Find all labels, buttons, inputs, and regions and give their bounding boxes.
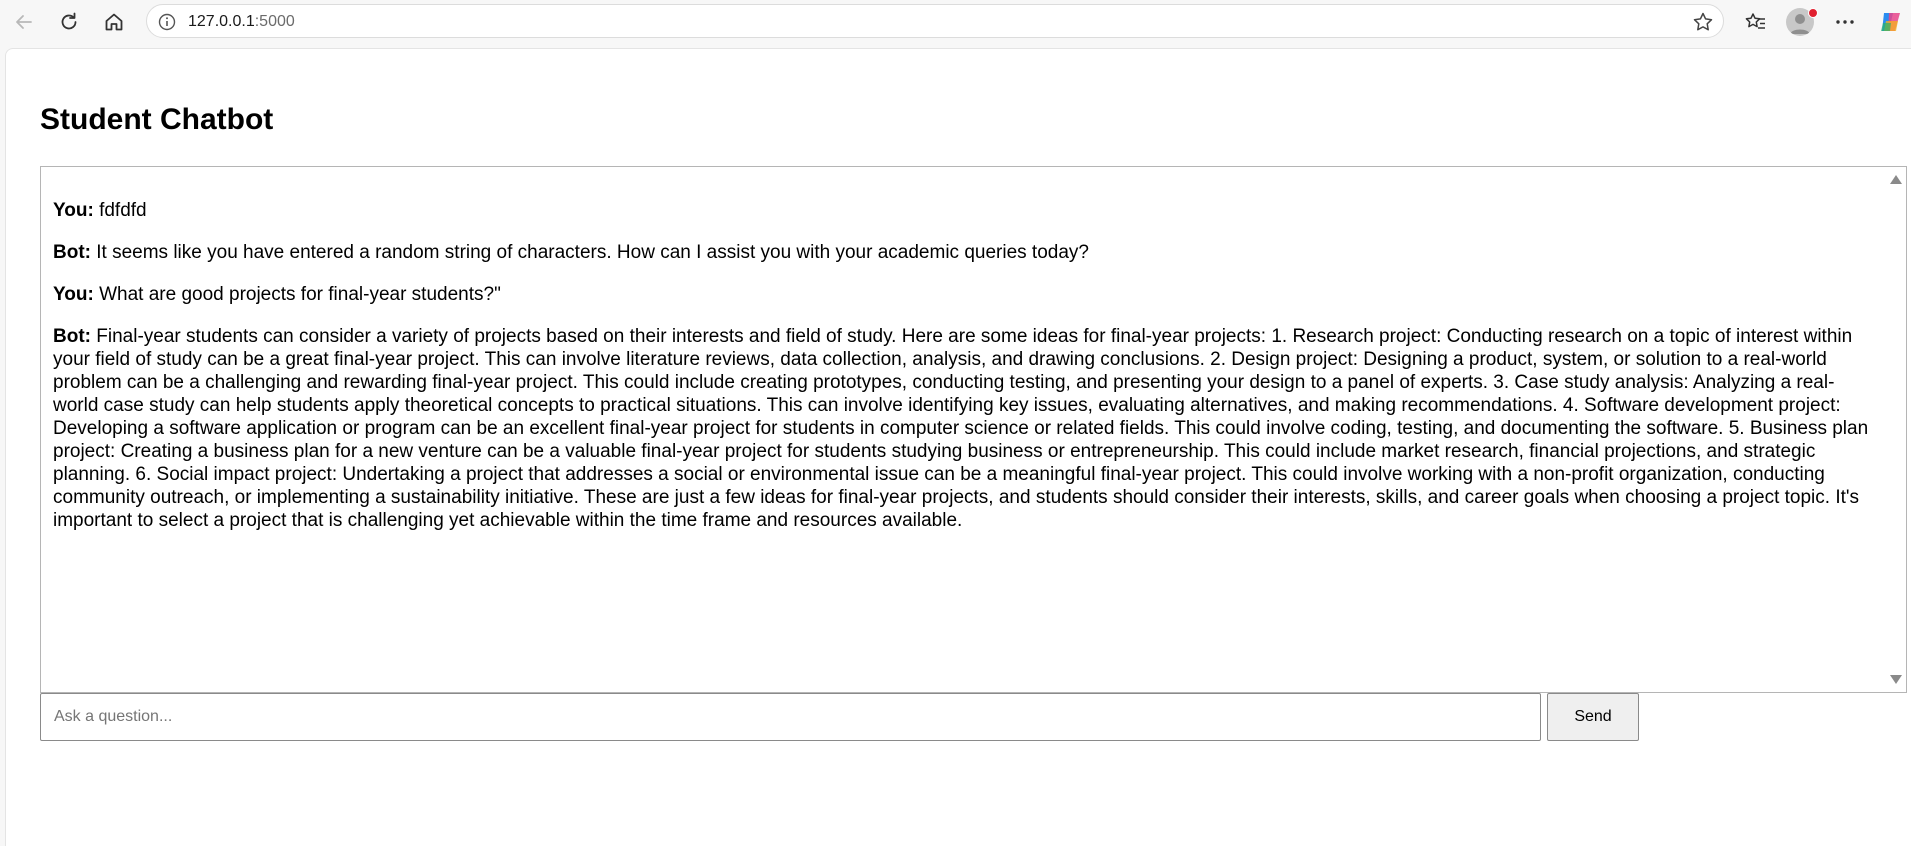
chat-message-user: You: fdfdfd [53, 199, 1876, 222]
chat-messages: You: fdfdfd Bot: It seems like you have … [53, 175, 1876, 532]
page-title: Student Chatbot [40, 103, 274, 136]
chat-message-bot: Bot: Final-year students can consider a … [53, 325, 1876, 532]
chat-box[interactable]: You: fdfdfd Bot: It seems like you have … [40, 166, 1907, 693]
back-icon [16, 15, 32, 29]
scroll-down-arrow[interactable] [1890, 675, 1902, 684]
question-input[interactable] [40, 693, 1541, 741]
reload-icon [61, 12, 77, 30]
message-text: Final-year students can consider a varie… [53, 326, 1869, 531]
message-text: fdfdfd [93, 200, 147, 221]
message-sender: Bot: [53, 242, 91, 263]
reload-button[interactable] [53, 6, 85, 38]
favorites-button[interactable] [1740, 6, 1772, 38]
chat-message-bot: Bot: It seems like you have entered a ra… [53, 241, 1876, 264]
url-host: 127.0.0.1 [188, 13, 255, 30]
info-icon [158, 13, 176, 31]
send-button[interactable]: Send [1547, 693, 1639, 741]
favorites-icon [1745, 13, 1765, 29]
back-button[interactable] [8, 6, 40, 38]
message-text: It seems like you have entered a random … [90, 242, 1089, 263]
home-button[interactable] [98, 6, 130, 38]
message-sender: You: [53, 284, 94, 305]
message-sender: Bot: [53, 326, 91, 347]
message-sender: You: [53, 200, 94, 221]
message-text: What are good projects for final-year st… [93, 284, 501, 305]
url-text[interactable]: 127.0.0.1:5000 [188, 13, 295, 31]
more-icon [1836, 20, 1854, 24]
url-port: :5000 [254, 13, 295, 30]
copilot-icon [1881, 13, 1900, 31]
address-bar[interactable]: 127.0.0.1:5000 [146, 4, 1724, 38]
browser-toolbar: 127.0.0.1:5000 [0, 0, 1911, 44]
copilot-button[interactable] [1875, 6, 1907, 38]
star-icon [1693, 12, 1713, 31]
notification-dot [1808, 8, 1818, 18]
scroll-up-arrow[interactable] [1890, 175, 1902, 184]
site-info-icon[interactable] [157, 12, 177, 32]
home-icon [105, 13, 123, 31]
more-button[interactable] [1829, 6, 1861, 38]
chat-message-user: You: What are good projects for final-ye… [53, 283, 1876, 306]
favorite-button[interactable] [1691, 10, 1715, 34]
